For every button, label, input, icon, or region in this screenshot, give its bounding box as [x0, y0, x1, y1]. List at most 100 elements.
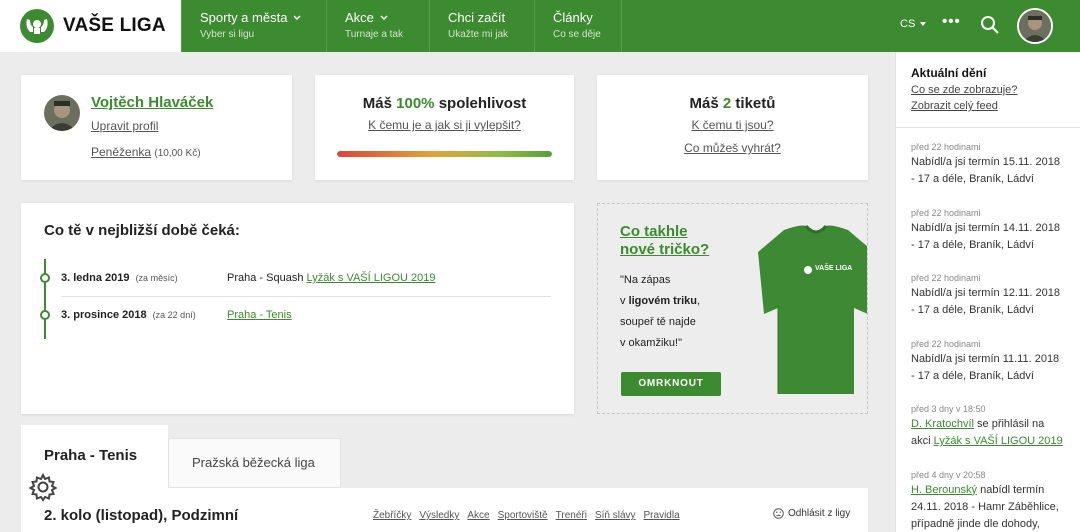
feed-item: před 3 dny v 18:50 D. Kratochvíl se přih…: [896, 390, 1080, 456]
reliability-value: 100%: [396, 95, 435, 112]
check-out-button[interactable]: OMRKNOUT: [621, 372, 721, 396]
reliability-heading: Máš 100% spolehlivost: [315, 95, 574, 112]
feed-user-link[interactable]: H. Berounský: [911, 484, 977, 496]
language-switcher[interactable]: CS: [900, 18, 927, 30]
link-ladders[interactable]: Žebříčky: [373, 510, 411, 521]
feed-text: Nabídl/a jsi termín 12.11. 2018 - 17 a d…: [911, 287, 1060, 316]
upcoming-card: Co tě v nejbližší době čeká: 3. ledna 20…: [21, 203, 574, 414]
feed-time: před 22 hodinami: [911, 338, 981, 349]
upcoming-item: 3. prosince 2018 (za 22 dní): [61, 309, 196, 321]
promo-quote-line: soupeř tě najde: [620, 316, 696, 328]
feed-title: Aktuální dění: [911, 66, 987, 80]
profile-card: Vojtěch Hlaváček Upravit profil Peněženk…: [21, 75, 292, 180]
caret-down-icon: [920, 22, 927, 27]
upcoming-event: Praha - Tenis: [227, 309, 292, 321]
tab-prazska-bezecka-liga[interactable]: Pražská běžecká liga: [168, 438, 341, 488]
promo-quote-line: v okamžiku!": [620, 337, 682, 349]
feed-item: před 22 hodinami Nabídl/a jsi termín 12.…: [896, 259, 1080, 325]
wallet-row: Peněženka (10,00 Kč): [91, 145, 201, 159]
more-menu-button[interactable]: •••: [942, 13, 961, 30]
top-navigation-bar: VAŠE LIGA Sporty a města Vyber si ligu A…: [0, 0, 1080, 52]
nav-articles-title: Články: [553, 10, 593, 25]
reliability-prefix: Máš: [362, 95, 392, 112]
nav-start-subtitle: Ukažte mi jak: [448, 29, 509, 40]
promo-title-line1: Co takhle: [620, 223, 688, 240]
activity-feed-sidebar: Aktuální dění Co se zde zobrazuje? Zobra…: [895, 52, 1080, 532]
reliability-progress-bar: [337, 151, 552, 157]
promo-quote: "Na zápas v ligovém triku, soupeř tě naj…: [620, 270, 700, 354]
feed-item: před 22 hodinami Nabídl/a jsi termín 14.…: [896, 194, 1080, 260]
promo-quote-text: v: [620, 295, 629, 307]
reliability-info-link[interactable]: K čemu je a jak si ji vylepšit?: [315, 118, 574, 132]
promo-title-link[interactable]: Co takhle nové tričko?: [620, 223, 709, 259]
nav-events-title: Akce: [345, 10, 374, 25]
nav-sports-subtitle: Vyber si ligu: [200, 29, 255, 40]
upcoming-event: Praha - Squash Lyžák s VAŠÍ LIGOU 2019: [227, 272, 436, 284]
tickets-value: 2: [722, 95, 732, 112]
feed-text: D. Kratochvíl se přihlásil na akci Lyžák…: [911, 416, 1065, 450]
feed-time: před 22 hodinami: [911, 142, 981, 152]
upcoming-date: 3. prosince 2018: [61, 309, 147, 321]
feed-time: před 22 hodinami: [911, 207, 981, 218]
tshirt-promo-card: Co takhle nové tričko? "Na zápas v ligov…: [597, 203, 868, 414]
link-events[interactable]: Akce: [467, 510, 489, 521]
tickets-win-link[interactable]: Co můžeš vyhrát?: [597, 141, 868, 155]
timeline-dot: [40, 310, 50, 320]
language-label: CS: [900, 18, 916, 30]
feed-event-link[interactable]: Lyžák s VAŠÍ LIGOU 2019: [934, 435, 1063, 447]
tickets-suffix: tiketů: [735, 95, 776, 112]
promo-title-line2: nové tričko?: [620, 241, 710, 258]
tickets-prefix: Máš: [689, 95, 719, 112]
promo-quote-line: "Na zápas: [620, 274, 671, 286]
settings-gear-icon[interactable]: [28, 472, 58, 502]
link-rules[interactable]: Pravidla: [644, 510, 680, 521]
feed-full-link[interactable]: Zobrazit celý feed: [911, 100, 1065, 112]
upcoming-event-link[interactable]: Lyžák s VAŠÍ LIGOU 2019: [307, 272, 436, 284]
timeline-dot: [40, 273, 50, 283]
link-results[interactable]: Výsledky: [419, 510, 459, 521]
feed-text: Nabídl/a jsi termín 11.11. 2018 - 17 a d…: [911, 352, 1060, 382]
chevron-down-icon: [380, 14, 388, 20]
feed-header: Aktuální dění Co se zde zobrazuje? Zobra…: [896, 52, 1080, 128]
feed-info-link[interactable]: Co se zde zobrazuje?: [911, 84, 1065, 96]
nav-events[interactable]: Akce Turnaje a tak: [326, 0, 429, 52]
link-venues[interactable]: Sportoviště: [498, 510, 548, 521]
nav-articles[interactable]: Články Co se děje: [534, 0, 622, 52]
link-coaches[interactable]: Trenéři: [556, 510, 587, 521]
link-hall-of-fame[interactable]: Síň slávy: [595, 510, 636, 521]
logo-icon: [20, 9, 54, 43]
tab-label: Pražská běžecká liga: [192, 455, 315, 470]
tshirt-print: VAŠE LIGA: [815, 265, 853, 272]
edit-profile-link[interactable]: Upravit profil: [91, 119, 158, 133]
upcoming-relative: (za 22 dní): [152, 310, 196, 320]
upcoming-title: Co tě v nejbližší době čeká:: [44, 222, 240, 239]
wallet-link[interactable]: Peněženka: [91, 145, 151, 159]
feed-time: před 3 dny v 18:50: [911, 404, 986, 414]
nav-sports-cities[interactable]: Sporty a města Vyber si ligu: [181, 0, 326, 52]
feed-text: Nabídl/a jsi termín 14.11. 2018 - 17 a d…: [911, 221, 1060, 251]
profile-name-link[interactable]: Vojtěch Hlaváček: [91, 94, 213, 111]
upcoming-event-link[interactable]: Praha - Tenis: [227, 309, 292, 321]
reliability-card: Máš 100% spolehlivost K čemu je a jak si…: [315, 75, 574, 180]
search-icon[interactable]: [980, 15, 1000, 40]
feed-text: H. Berounský nabídl termín 24.11. 2018 -…: [911, 482, 1065, 532]
user-avatar[interactable]: [1017, 8, 1053, 44]
feed-user-link[interactable]: D. Kratochvíl: [911, 418, 974, 430]
divider: [61, 296, 551, 297]
feed-item: před 4 dny v 20:58 H. Berounský nabídl t…: [896, 456, 1080, 530]
feed-time: před 4 dny v 20:58: [911, 469, 986, 480]
sad-face-icon: [773, 508, 784, 519]
nav-get-started[interactable]: Chci začít Ukažte mi jak: [429, 0, 534, 52]
promo-quote-bold: ligovém triku: [628, 295, 698, 307]
tickets-info-link[interactable]: K čemu ti jsou?: [597, 118, 868, 132]
brand-name: VAŠE LIGA: [63, 15, 166, 36]
upcoming-place: Praha - Squash: [227, 272, 304, 284]
nav-sports-title: Sporty a města: [200, 10, 288, 25]
logo[interactable]: VAŠE LIGA: [0, 0, 181, 52]
promo-quote-line: v ligovém triku,: [620, 291, 700, 312]
reliability-suffix: spolehlivost: [438, 95, 527, 112]
tshirt-image: VAŠE LIGA: [756, 222, 867, 397]
leave-league-button[interactable]: Odhlásit z ligy: [773, 508, 850, 519]
upcoming-item: 3. ledna 2019 (za měsíc): [61, 272, 178, 284]
timeline-line: [44, 259, 46, 339]
